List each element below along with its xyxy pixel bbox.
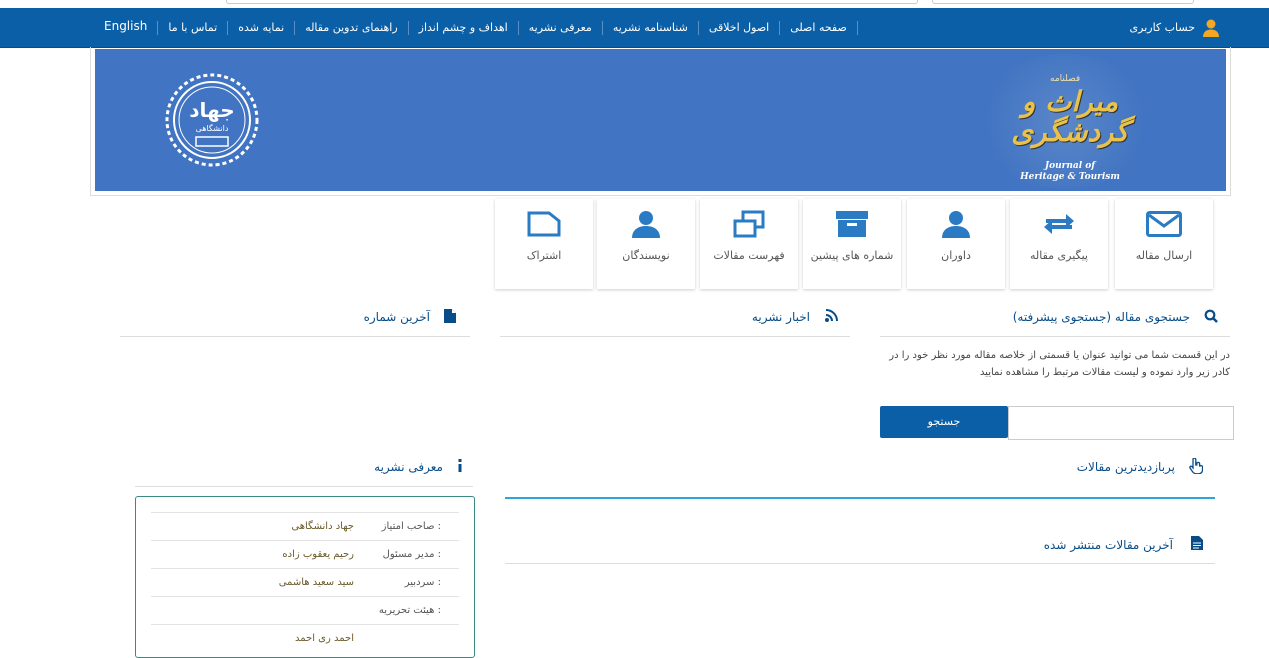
search-description: در این قسمت شما می توانید عنوان یا قسمتی… xyxy=(889,350,1230,378)
about-row-key: سردبیر : xyxy=(404,577,441,588)
top-field-right xyxy=(932,0,1194,4)
most-viewed-heading[interactable]: پربازدیدترین مقالات xyxy=(1077,460,1175,474)
about-row-value: جهاد دانشگاهی xyxy=(291,521,354,532)
tile-submit-article[interactable]: ارسال مقاله xyxy=(1115,199,1213,289)
archive-box-icon xyxy=(836,211,868,237)
tile-article-list[interactable]: فهرست مقالات xyxy=(700,199,798,289)
about-row-value: رحیم یعقوب زاده xyxy=(282,549,354,560)
nav-journal-info[interactable]: شناسنامه نشریه xyxy=(603,8,698,47)
info-icon xyxy=(458,459,462,472)
seal-text: جهاد xyxy=(189,98,234,122)
user-icon xyxy=(942,211,970,238)
about-row: مدیر مسئول : رحیم یعقوب زاده xyxy=(151,540,459,569)
browser-top-strip xyxy=(0,0,1269,8)
journal-banner: فصلنامه میراث و گردشگری Journal of Herit… xyxy=(95,49,1226,191)
tile-label: پیگیری مقاله xyxy=(1029,249,1088,262)
tile-authors[interactable]: نویسندگان xyxy=(597,199,695,289)
windows-stack-icon xyxy=(733,210,765,238)
tile-label: داوران xyxy=(941,249,971,262)
most-viewed-tab: پربازدیدترین مقالات xyxy=(505,450,1215,499)
tile-subscription[interactable]: اشتراک xyxy=(495,199,593,289)
journal-title-en: Journal of Heritage & Tourism xyxy=(1005,161,1135,183)
journal-title-fa: میراث و گردشگری xyxy=(1011,85,1129,148)
user-icon xyxy=(1203,19,1219,37)
about-row: هیئت تحریریه : xyxy=(151,596,459,625)
search-icon xyxy=(1204,309,1218,323)
seal-sub-text: دانشگاهی xyxy=(196,123,229,133)
news-panel-header: اخبار نشریه xyxy=(500,300,850,337)
hand-pointer-icon xyxy=(1189,458,1203,474)
search-panel-header: جستجوی مقاله (جستجوی پیشرفته) xyxy=(880,300,1230,337)
about-row-value: سید سعید هاشمی xyxy=(278,577,354,588)
nav-contact[interactable]: تماس با ما xyxy=(158,8,227,47)
nav-author-guide[interactable]: راهنمای تدوین مقاله xyxy=(295,8,407,47)
nav-aims-scope[interactable]: اهداف و چشم انداز xyxy=(409,8,518,47)
top-navbar: English تماس با ما نمایه شده راهنمای تدو… xyxy=(0,8,1269,48)
about-row-value: احمد رى احمد xyxy=(295,633,354,644)
rss-icon xyxy=(825,309,838,322)
tile-label: شماره های پیشین xyxy=(810,249,894,262)
about-panel-header: معرفی نشریه xyxy=(135,450,473,487)
latest-issue-header: آخرین شماره xyxy=(120,300,470,337)
about-row-key: مدیر مسئول : xyxy=(382,549,441,560)
news-heading: اخبار نشریه xyxy=(751,310,810,324)
nav-ethics[interactable]: اصول اخلاقی xyxy=(699,8,779,47)
tile-reviewers[interactable]: داوران xyxy=(907,199,1005,289)
tile-label: نویسندگان xyxy=(622,249,670,262)
journal-title-en-line2: Heritage & Tourism xyxy=(1020,172,1120,182)
about-box: صاحب امتیاز : جهاد دانشگاهی مدیر مسئول :… xyxy=(135,496,475,658)
about-row-key: هیئت تحریریه : xyxy=(378,605,441,616)
search-heading[interactable]: جستجوی مقاله (جستجوی پیشرفته) xyxy=(1013,310,1190,324)
banner-frame: فصلنامه میراث و گردشگری Journal of Herit… xyxy=(90,47,1231,196)
latest-articles-header: آخرین مقالات منتشر شده xyxy=(505,530,1215,564)
journal-subtitle: فصلنامه xyxy=(1050,74,1081,84)
search-form: جستجو xyxy=(880,406,1234,440)
document-text-icon xyxy=(1191,536,1203,550)
search-button[interactable]: جستجو xyxy=(880,406,1008,438)
nav-menu: English تماس با ما نمایه شده راهنمای تدو… xyxy=(94,8,858,47)
tile-label: فهرست مقالات xyxy=(713,249,785,262)
about-row: احمد رى احمد xyxy=(151,624,459,653)
tile-track-article[interactable]: پیگیری مقاله xyxy=(1010,199,1108,289)
nav-divider xyxy=(856,20,858,35)
search-input[interactable] xyxy=(1008,406,1234,440)
tile-label: اشتراک xyxy=(526,249,562,262)
envelope-icon xyxy=(1146,211,1182,237)
tile-label: ارسال مقاله xyxy=(1135,249,1193,262)
account-label: حساب کاربری xyxy=(1129,21,1195,34)
journal-title-en-line1: Journal of xyxy=(1044,161,1096,171)
nav-english-link[interactable]: English xyxy=(94,8,157,47)
exchange-arrows-icon xyxy=(1044,214,1074,234)
about-row: صاحب امتیاز : جهاد دانشگاهی xyxy=(151,512,459,541)
about-row: سردبیر : سید سعید هاشمی xyxy=(151,568,459,597)
nav-home[interactable]: صفحه اصلی xyxy=(780,8,857,47)
about-row-key: صاحب امتیاز : xyxy=(381,521,441,532)
latest-articles-heading: آخرین مقالات منتشر شده xyxy=(1043,538,1173,552)
nav-indexed[interactable]: نمایه شده xyxy=(228,8,294,47)
about-heading: معرفی نشریه xyxy=(374,460,443,474)
user-icon xyxy=(632,211,660,238)
folder-icon xyxy=(527,211,561,237)
latest-issue-heading: آخرین شماره xyxy=(363,310,430,324)
tile-archive[interactable]: شماره های پیشین xyxy=(803,199,901,289)
nav-about-journal[interactable]: معرفی نشریه xyxy=(519,8,602,47)
top-field-left xyxy=(226,0,918,4)
document-icon xyxy=(444,309,456,323)
account-menu[interactable]: حساب کاربری xyxy=(1130,8,1219,47)
jahad-seal-logo: جهاد دانشگاهی xyxy=(165,73,259,167)
